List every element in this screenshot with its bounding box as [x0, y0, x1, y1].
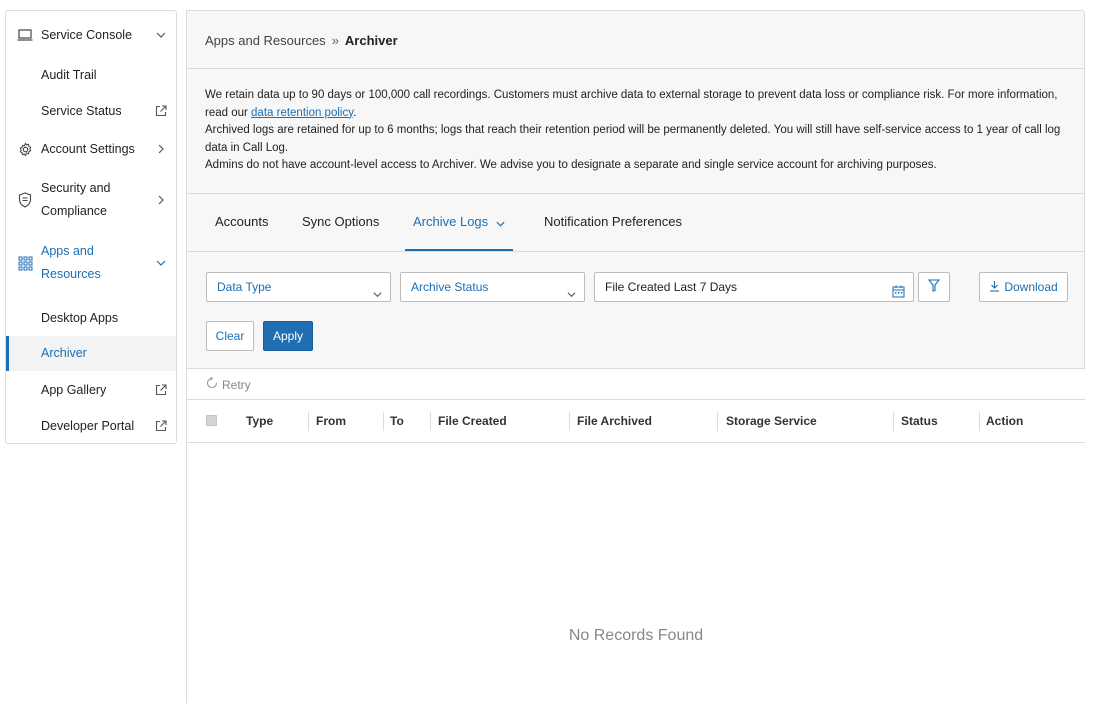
- apply-button[interactable]: Apply: [263, 321, 313, 351]
- column-divider: [383, 412, 384, 431]
- chevron-down-icon: [154, 256, 168, 270]
- empty-state-message: No Records Found: [568, 627, 704, 644]
- chevron-down-icon: [154, 28, 168, 42]
- download-label: Download: [1004, 280, 1058, 294]
- sidebar-item-audit-trail[interactable]: Audit Trail: [6, 63, 176, 87]
- filter-button[interactable]: [918, 272, 950, 302]
- tab-bar: Accounts Sync Options Archive Logs Notif…: [187, 194, 1085, 251]
- gear-icon: [16, 140, 34, 158]
- select-value: Archive Status: [411, 280, 489, 294]
- sidebar-item-label: Service Console: [41, 27, 133, 42]
- sidebar-item-label: Apps and Resources: [41, 244, 101, 281]
- tab-accounts[interactable]: Accounts: [215, 194, 268, 251]
- breadcrumb-parent-link[interactable]: Apps and Resources: [205, 33, 326, 48]
- sidebar-item-desktop-apps[interactable]: Desktop Apps: [6, 306, 176, 330]
- column-header-storage-service[interactable]: Storage Service: [726, 400, 817, 443]
- divider: [187, 251, 1085, 252]
- info-notice: We retain data up to 90 days or 100,000 …: [205, 87, 1073, 175]
- sidebar-item-developer-portal[interactable]: Developer Portal: [6, 414, 176, 438]
- grid-icon: [16, 254, 34, 272]
- sidebar-item-security-compliance[interactable]: Security and Compliance: [6, 177, 176, 223]
- column-header-from[interactable]: From: [316, 400, 346, 443]
- sidebar-item-label: Developer Portal: [41, 418, 135, 433]
- sidebar-item-label: App Gallery: [41, 382, 107, 397]
- info-line-1: We retain data up to 90 days or 100,000 …: [205, 87, 1073, 122]
- info-line-2: Archived logs are retained for up to 6 m…: [205, 124, 1061, 154]
- tab-notification-preferences[interactable]: Notification Preferences: [544, 194, 682, 251]
- filter-icon: [927, 279, 941, 295]
- column-divider: [979, 412, 980, 431]
- page-title: Archiver: [344, 33, 398, 48]
- clear-button[interactable]: Clear: [206, 321, 254, 351]
- sidebar-item-app-gallery[interactable]: App Gallery: [6, 378, 176, 402]
- sidebar-item-archiver[interactable]: Archiver: [6, 336, 176, 371]
- tab-label: Archive Logs: [413, 214, 489, 229]
- info-text: .: [353, 106, 357, 119]
- sidebar: Service Console Audit Trail Service Stat…: [5, 10, 177, 444]
- column-divider: [430, 412, 431, 431]
- column-divider: [569, 412, 570, 431]
- sidebar-item-service-status[interactable]: Service Status: [6, 99, 176, 123]
- laptop-icon: [16, 26, 34, 44]
- tab-sync-options[interactable]: Sync Options: [302, 194, 379, 251]
- column-header-type[interactable]: Type: [246, 400, 273, 443]
- column-header-file-created[interactable]: File Created: [438, 400, 507, 443]
- data-type-select[interactable]: Data Type: [206, 272, 391, 302]
- tab-archive-logs[interactable]: Archive Logs: [405, 194, 514, 251]
- retry-button[interactable]: Retry: [206, 376, 251, 392]
- sidebar-item-label: Audit Trail: [41, 67, 97, 82]
- column-divider: [717, 412, 718, 431]
- external-link-icon: [154, 104, 168, 118]
- date-range-field[interactable]: File Created Last 7 Days: [594, 272, 914, 302]
- sidebar-item-account-settings[interactable]: Account Settings: [6, 137, 176, 161]
- shield-icon: [16, 191, 34, 209]
- calendar-icon[interactable]: [892, 280, 905, 308]
- select-all-checkbox[interactable]: [206, 415, 217, 426]
- column-header-status[interactable]: Status: [901, 400, 938, 443]
- divider: [187, 68, 1085, 69]
- external-link-icon: [154, 383, 168, 397]
- external-link-icon: [154, 419, 168, 433]
- breadcrumb-separator: »: [331, 33, 339, 48]
- sidebar-item-apps-resources[interactable]: Apps and Resources: [6, 240, 176, 286]
- column-header-action: Action: [986, 414, 1024, 428]
- chevron-right-icon: [154, 142, 168, 156]
- download-button[interactable]: Download: [979, 272, 1068, 302]
- chevron-down-icon: [373, 281, 382, 309]
- column-divider: [893, 412, 894, 431]
- refresh-icon: [206, 376, 218, 392]
- main-content: Apps and Resources » Archiver We retain …: [186, 10, 1085, 703]
- sidebar-item-label: Service Status: [41, 103, 122, 118]
- archive-status-select[interactable]: Archive Status: [400, 272, 585, 302]
- sidebar-item-label: Account Settings: [41, 141, 135, 156]
- chevron-down-icon: [496, 195, 505, 250]
- select-value: Data Type: [217, 280, 272, 294]
- data-retention-policy-link[interactable]: data retention policy: [251, 107, 353, 119]
- chevron-down-icon: [567, 281, 576, 309]
- chevron-right-icon: [154, 193, 168, 207]
- table-header: Type From To File Created File Archived …: [187, 400, 1085, 443]
- info-line-3: Admins do not have account-level access …: [205, 159, 937, 172]
- breadcrumb: Apps and Resources » Archiver: [205, 33, 398, 48]
- sidebar-item-service-console[interactable]: Service Console: [6, 23, 176, 47]
- download-icon: [989, 280, 1000, 295]
- sidebar-item-label: Desktop Apps: [41, 310, 119, 325]
- sidebar-item-label: Archiver: [41, 346, 87, 360]
- column-divider: [308, 412, 309, 431]
- archiver-panel: Apps and Resources » Archiver We retain …: [187, 10, 1085, 369]
- column-header-to[interactable]: To: [390, 400, 404, 443]
- date-range-value: File Created Last 7 Days: [605, 280, 738, 294]
- column-header-file-archived[interactable]: File Archived: [577, 400, 652, 443]
- sidebar-item-label: Security and Compliance: [41, 181, 111, 218]
- retry-label: Retry: [222, 377, 251, 392]
